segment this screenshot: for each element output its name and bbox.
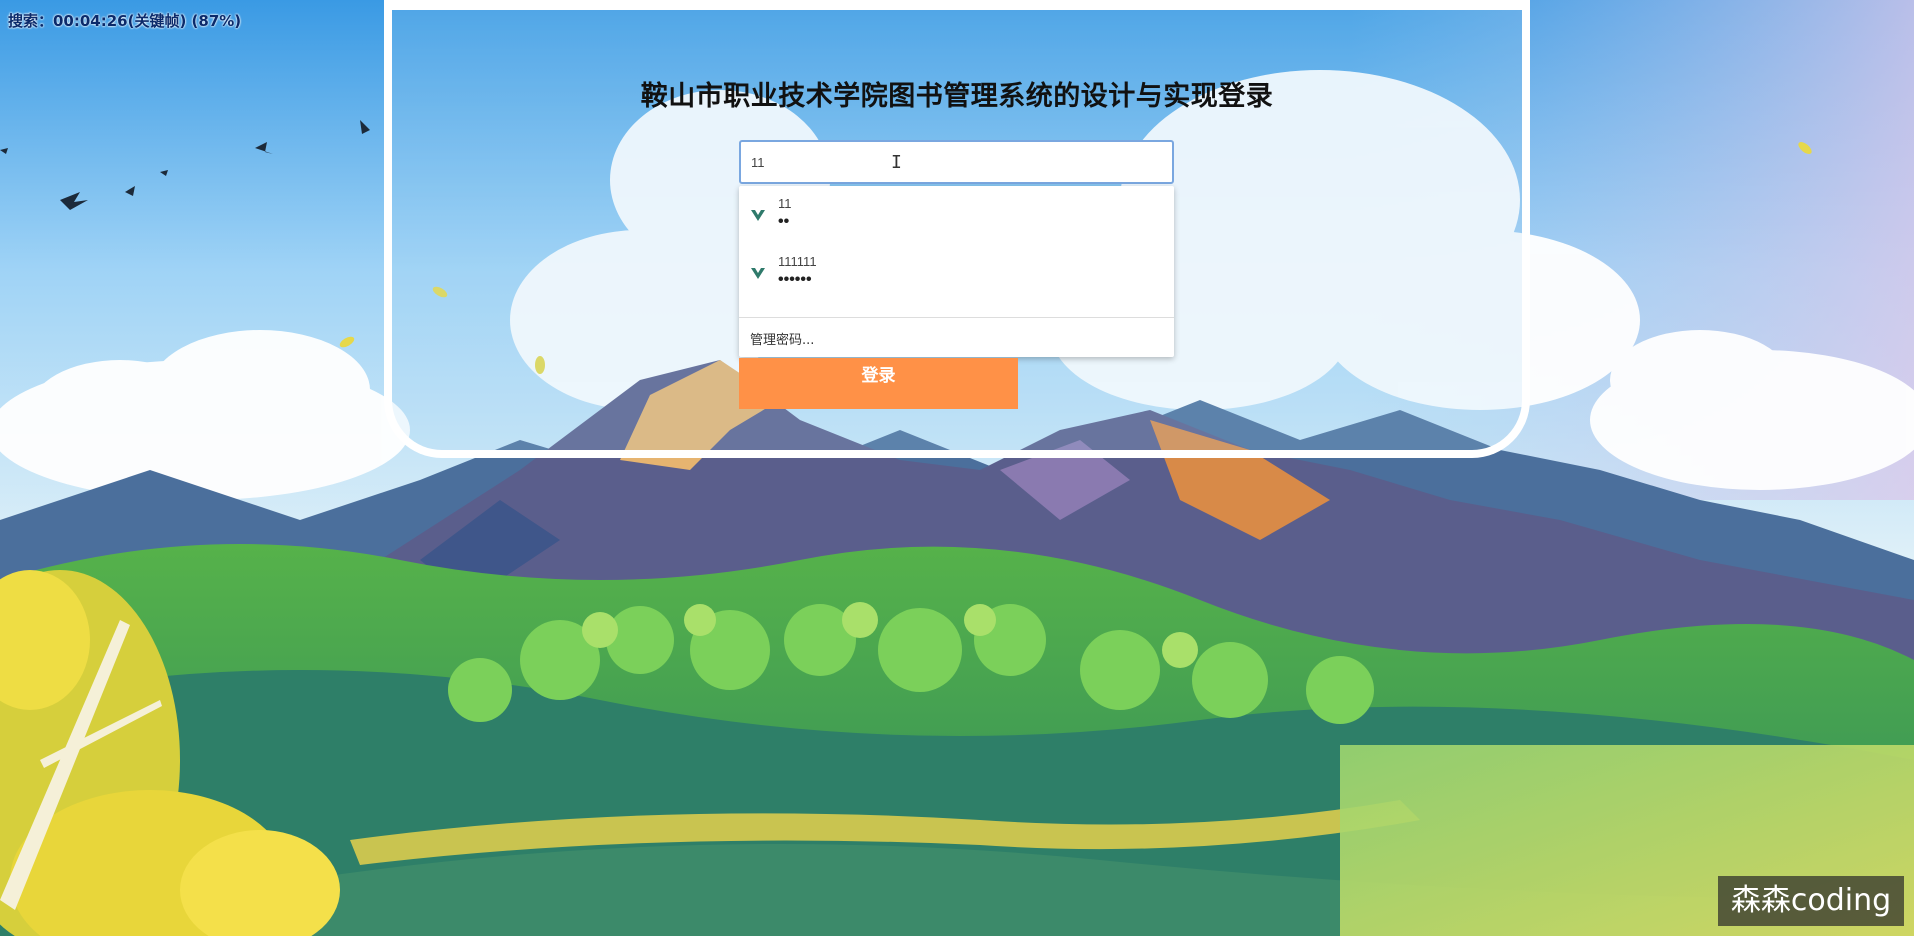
username-input[interactable] [739,140,1174,184]
autocomplete-item[interactable]: 11 •• [739,186,1174,240]
page-title: 鞍山市职业技术学院图书管理系统的设计与实现登录 [640,81,1274,112]
autocomplete-password: •• [778,213,790,230]
key-icon [751,210,765,221]
card-top-border [384,0,1530,10]
autocomplete-username: 11 [778,196,792,211]
manage-passwords-link[interactable]: 管理密码... [750,329,814,348]
recording-status: 搜索：00:04:26(关键帧) (87%) [8,12,242,30]
watermark: 森森coding [1718,876,1904,926]
autocomplete-divider [739,317,1174,318]
login-button[interactable]: 登录 [739,358,1018,409]
autocomplete-item[interactable]: 111111 •••••• [739,244,1174,298]
key-icon [751,268,765,279]
autocomplete-password: •••••• [778,271,812,288]
autocomplete-dropdown: 11 •• 111111 •••••• 管理密码... [739,186,1174,357]
text-cursor-icon: I [891,152,902,173]
autocomplete-username: 111111 [778,254,817,269]
